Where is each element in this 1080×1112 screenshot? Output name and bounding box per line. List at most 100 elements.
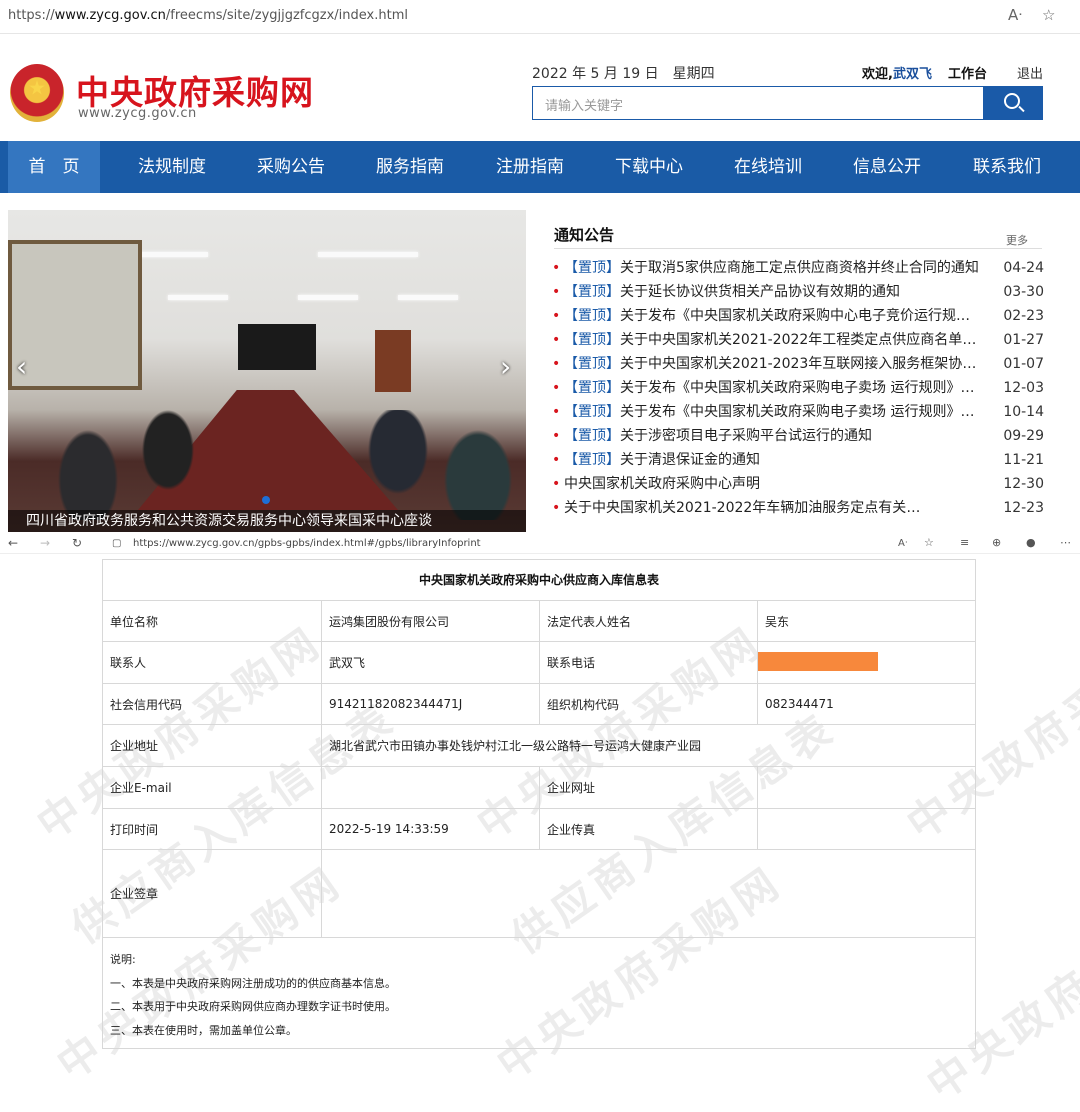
table-row: 企业签章 xyxy=(103,850,975,938)
bullet-icon: • xyxy=(552,500,561,516)
note-line: 一、本表是中央政府采购网注册成功的的供应商基本信息。 xyxy=(110,976,396,990)
page-info-icon[interactable]: ▢ xyxy=(112,538,121,549)
bullet-icon: • xyxy=(552,260,561,276)
carousel-prev-icon[interactable]: ‹ xyxy=(16,350,27,383)
main-nav: 首 页 法规制度 采购公告 服务指南 注册指南 下载中心 在线培训 信息公开 联… xyxy=(0,141,1080,193)
notice-date: 04-24 xyxy=(1003,260,1044,276)
carousel-next-icon[interactable]: › xyxy=(500,350,511,383)
notice-date: 02-23 xyxy=(1003,308,1044,324)
notice-item[interactable]: • 【置顶】关于发布《中央国家机关政府采购电子卖场 运行规则》的通知 10-14 xyxy=(552,400,1044,424)
bullet-icon: • xyxy=(552,476,561,492)
value-org-code: 082344471 xyxy=(765,697,834,711)
read-aloud-icon[interactable]: Aᐧ xyxy=(898,538,907,549)
notice-list: • 【置顶】关于取消5家供应商施工定点供应商资格并终止合同的通知 04-24 • 【置顶… xyxy=(552,256,1044,520)
value-credit-code: 91421182082344471J xyxy=(322,684,540,724)
notice-panel: 通知公告 更多 • 【置顶】关于取消5家供应商施工定点供应商资格并终止合同的通知 0… xyxy=(538,210,1056,522)
nav-procurement-notices[interactable]: 采购公告 xyxy=(243,141,339,193)
value-seal xyxy=(322,850,975,937)
add-favorite-icon[interactable]: ☆ xyxy=(1042,6,1055,24)
national-emblem-logo[interactable] xyxy=(10,64,64,122)
search-input[interactable]: 请输入关键字 xyxy=(532,86,984,120)
notice-date: 11-21 xyxy=(1003,452,1044,468)
notice-item[interactable]: • 【置顶】关于中央国家机关2021-2023年互联网接入服务框架协议的公告 01-… xyxy=(552,352,1044,376)
notice-title[interactable]: 关于延长协议供货相关产品协议有效期的通知 xyxy=(620,280,900,304)
form-title: 中央国家机关政府采购中心供应商入库信息表 xyxy=(103,560,975,601)
notice-title[interactable]: 关于发布《中央国家机关政府采购中心电子竞价运行规则》的通知 xyxy=(620,304,980,328)
notice-title[interactable]: 关于清退保证金的通知 xyxy=(620,448,760,472)
news-carousel[interactable]: ‹ › 四川省政府政务服务和公共资源交易服务中心领导来国采中心座谈 xyxy=(8,210,526,532)
back-icon[interactable]: ← xyxy=(8,536,18,550)
more-menu-icon[interactable]: ⋯ xyxy=(1060,536,1071,549)
nav-online-training[interactable]: 在线培训 xyxy=(720,141,816,193)
notice-item[interactable]: •关于中央国家机关2021-2022年车辆加油服务定点有关事宜的通知 12-23 xyxy=(552,496,1044,520)
search-button[interactable] xyxy=(983,86,1043,120)
nav-contact-us[interactable]: 联系我们 xyxy=(959,141,1055,193)
forward-icon[interactable]: → xyxy=(40,536,50,550)
wall-painting xyxy=(8,240,142,390)
nav-info-disclosure[interactable]: 信息公开 xyxy=(839,141,935,193)
nav-home[interactable]: 首 页 xyxy=(8,141,100,193)
bullet-icon: • xyxy=(552,428,561,444)
value-address: 湖北省武穴市田镇办事处钱炉村江北一级公路特一号运鸿大健康产业园 xyxy=(329,739,702,753)
label-website: 企业网址 xyxy=(540,767,758,808)
notice-title[interactable]: 关于发布《中央国家机关政府采购电子卖场 运行规则》的通知 xyxy=(620,400,980,424)
value-website xyxy=(758,767,975,808)
workbench-link[interactable]: 工作台 xyxy=(948,63,987,82)
notice-item[interactable]: • 【置顶】关于涉密项目电子采购平台试运行的通知 09-29 xyxy=(552,424,1044,448)
url-host: www.zycg.gov.cn xyxy=(54,8,166,23)
bullet-icon: • xyxy=(552,332,561,348)
notice-title[interactable]: 中央国家机关政府采购中心声明 xyxy=(564,472,760,496)
address-url-print[interactable]: https://www.zycg.gov.cn/gpbs-gpbs/index.… xyxy=(133,538,481,549)
label-contact: 联系人 xyxy=(103,642,322,683)
notice-title[interactable]: 关于发布《中央国家机关政府采购电子卖场 运行规则》的通知 xyxy=(620,376,980,400)
notice-date: 10-14 xyxy=(1003,404,1044,420)
nav-registration-guide[interactable]: 注册指南 xyxy=(482,141,578,193)
notice-date: 12-23 xyxy=(1003,500,1044,516)
label-fax: 企业传真 xyxy=(540,809,758,849)
notice-title[interactable]: 关于涉密项目电子采购平台试运行的通知 xyxy=(620,424,872,448)
table-row: 社会信用代码 91421182082344471J 组织机构代码 0823444… xyxy=(103,684,975,725)
nav-service-guide[interactable]: 服务指南 xyxy=(362,141,458,193)
label-unit-name: 单位名称 xyxy=(103,601,322,641)
notice-item[interactable]: • 中央国家机关政府采购中心声明 12-30 xyxy=(552,472,1044,496)
phone-redaction-mark xyxy=(758,652,878,671)
browser-address-bar[interactable]: https://www.zycg.gov.cn/freecms/site/zyg… xyxy=(0,0,1080,34)
notice-item[interactable]: • 【置顶】关于延长协议供货相关产品协议有效期的通知 03-30 xyxy=(552,280,1044,304)
notice-item[interactable]: • 【置顶】关于中央国家机关2021-2022年工程类定点供应商名单的公告 01-2… xyxy=(552,328,1044,352)
notice-title[interactable]: 关于中央国家机关2021-2023年互联网接入服务框架协议的公告 xyxy=(620,352,980,376)
bullet-icon: • xyxy=(552,356,561,372)
value-legal-rep: 吴东 xyxy=(765,614,790,629)
bullet-icon: • xyxy=(552,284,561,300)
favorite-icon[interactable]: ☆ xyxy=(924,536,934,549)
carousel-caption[interactable]: 四川省政府政务服务和公共资源交易服务中心领导来国采中心座谈 xyxy=(8,510,526,532)
notice-title[interactable]: 关于取消5家供应商施工定点供应商资格并终止合同的通知 xyxy=(620,256,979,280)
notice-date: 09-29 xyxy=(1003,428,1044,444)
notice-more-link[interactable]: 更多 xyxy=(1006,232,1028,248)
read-aloud-icon[interactable]: Aᐧ xyxy=(1008,6,1022,24)
table-row: 打印时间 2022-5-19 14:33:59 企业传真 xyxy=(103,809,975,850)
label-seal: 企业签章 xyxy=(103,850,322,937)
profile-avatar-icon[interactable]: ● xyxy=(1026,536,1036,549)
notice-item[interactable]: • 【置顶】关于取消5家供应商施工定点供应商资格并终止合同的通知 04-24 xyxy=(552,256,1044,280)
nav-regulations[interactable]: 法规制度 xyxy=(124,141,220,193)
pinned-tag: 【置顶】 xyxy=(564,332,620,348)
notice-item[interactable]: • 【置顶】关于清退保证金的通知 11-21 xyxy=(552,448,1044,472)
pinned-tag: 【置顶】 xyxy=(564,428,620,444)
collections-icon[interactable]: ⊕ xyxy=(992,536,1001,549)
nav-download-center[interactable]: 下载中心 xyxy=(601,141,697,193)
notice-item[interactable]: •【置顶】关于发布《中央国家机关政府采购中心电子竞价运行规则》的通知 02-23 xyxy=(552,304,1044,328)
notice-title[interactable]: 关于中央国家机关2021-2022年工程类定点供应商名单的公告 xyxy=(620,328,980,352)
pinned-tag: 【置顶】 xyxy=(564,452,620,468)
refresh-icon[interactable]: ↻ xyxy=(72,536,82,550)
welcome-text: 欢迎,武双飞 xyxy=(862,63,932,82)
username-link[interactable]: 武双飞 xyxy=(893,67,932,82)
notice-title[interactable]: 关于中央国家机关2021-2022年车辆加油服务定点有关事宜的通知 xyxy=(564,496,924,520)
logout-link[interactable]: 退出 xyxy=(1017,63,1043,82)
favorites-bar-icon[interactable]: ≡ xyxy=(960,536,969,549)
address-url[interactable]: https://www.zycg.gov.cn/freecms/site/zyg… xyxy=(8,8,408,23)
notice-date: 01-07 xyxy=(1003,356,1044,372)
carousel-indicator[interactable] xyxy=(262,496,270,504)
ceiling-light xyxy=(298,295,358,300)
label-credit-code: 社会信用代码 xyxy=(103,684,322,724)
notice-item[interactable]: • 【置顶】关于发布《中央国家机关政府采购电子卖场 运行规则》的通知 12-03 xyxy=(552,376,1044,400)
